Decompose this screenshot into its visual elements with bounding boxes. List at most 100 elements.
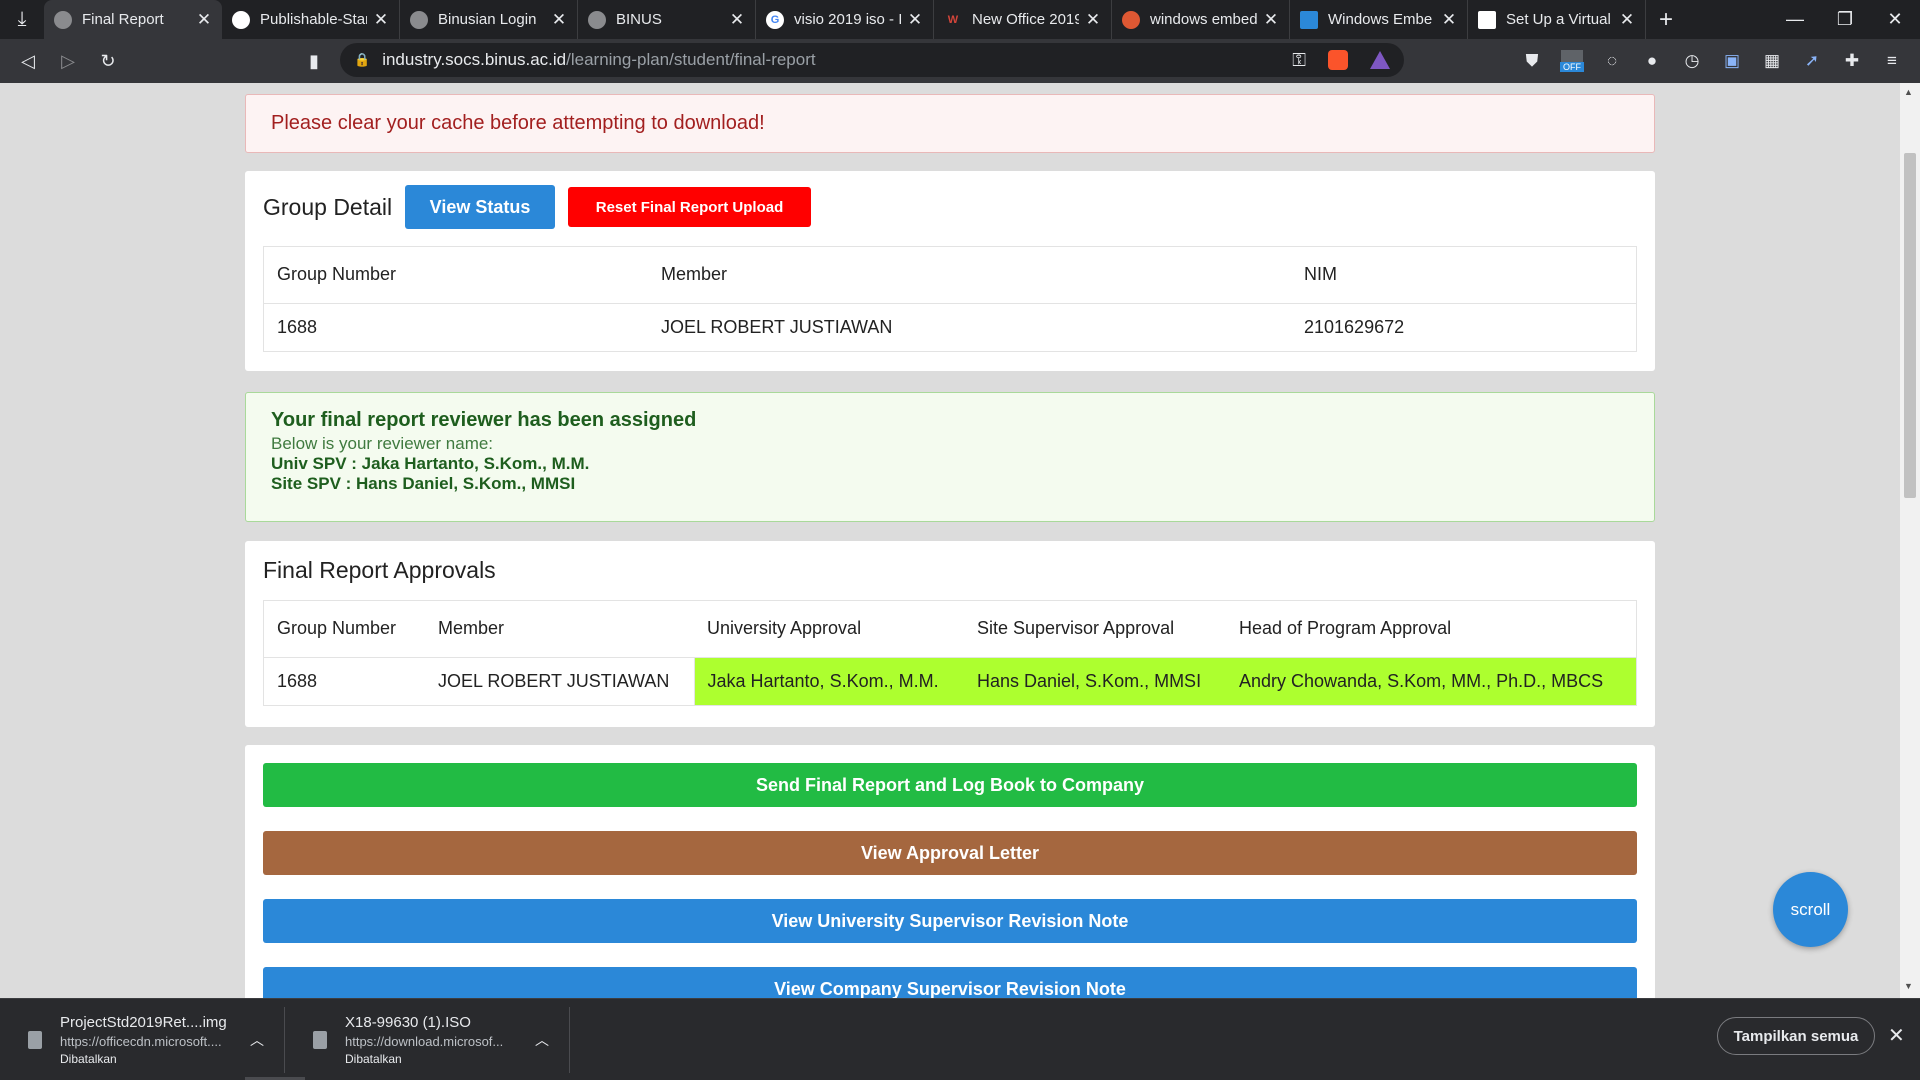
tab-title: Final Report — [82, 11, 164, 28]
w-icon: W — [947, 13, 959, 26]
close-tab-icon[interactable]: ✕ — [551, 10, 567, 30]
approvals-card: Final Report Approvals Group Number Memb… — [245, 541, 1655, 727]
bulb-icon[interactable]: ◌ — [1592, 51, 1632, 71]
download-status: Dibatalkan — [60, 1052, 117, 1066]
download-item[interactable]: X18-99630 (1).ISO https://download.micro… — [285, 1007, 570, 1073]
scroll-down-icon[interactable]: ▼ — [1904, 981, 1913, 991]
column-site-approval: Site Supervisor Approval — [964, 601, 1226, 658]
download-shelf: ProjectStd2019Ret....img https://officec… — [0, 998, 1920, 1080]
close-tab-icon[interactable]: ✕ — [729, 10, 745, 30]
table-header-row: Group Number Member NIM — [264, 247, 1636, 304]
puzzle-icon[interactable]: ✚ — [1832, 51, 1872, 71]
chevron-up-icon[interactable]: ︿ — [535, 1030, 549, 1050]
file-icon — [28, 1031, 42, 1049]
octocat-icon[interactable]: ● — [1632, 51, 1672, 71]
download-url: https://download.microsof... — [345, 1034, 504, 1049]
tab-binusian-login[interactable]: Binusian Login ✕ — [400, 0, 578, 39]
menu-icon[interactable]: ≡ — [1872, 51, 1912, 71]
cache-alert: Please clear your cache before attemptin… — [245, 94, 1655, 153]
translate-icon[interactable]: ▣ — [1712, 51, 1752, 71]
tab-strip: ⤓ Final Report ✕ Publishable-Star ✕ Binu… — [0, 0, 1920, 39]
restore-icon[interactable]: ❐ — [1820, 0, 1870, 39]
column-nim: NIM — [1291, 247, 1636, 304]
view-status-button[interactable]: View Status — [405, 185, 555, 229]
chevron-up-icon[interactable]: ︿ — [250, 1030, 264, 1050]
close-tab-icon[interactable]: ✕ — [196, 10, 212, 30]
scroll-button[interactable]: scroll — [1773, 872, 1848, 947]
tab-setup-virtual[interactable]: Set Up a Virtual ✕ — [1468, 0, 1646, 39]
close-tab-icon[interactable]: ✕ — [1619, 10, 1635, 30]
tab-title: Binusian Login — [438, 11, 537, 28]
close-window-icon[interactable]: ✕ — [1870, 0, 1920, 39]
brave-rewards-icon[interactable] — [1370, 51, 1390, 69]
new-tab-button[interactable]: + — [1646, 0, 1686, 39]
close-tab-icon[interactable]: ✕ — [1085, 10, 1101, 30]
tab-windows-embed-search[interactable]: windows embed ✕ — [1112, 0, 1290, 39]
browser-toolbar: ◁ ▷ ↻ ▮ 🔒 industry.socs.binus.ac.id/lear… — [0, 39, 1920, 83]
view-university-revision-note-button[interactable]: View University Supervisor Revision Note — [263, 899, 1637, 943]
tab-title: visio 2019 iso - I — [794, 11, 901, 28]
file-icon — [313, 1031, 327, 1049]
view-approval-letter-button[interactable]: View Approval Letter — [263, 831, 1637, 875]
tab-title: Publishable-Star — [260, 11, 367, 28]
binus-icon — [588, 10, 606, 29]
approvals-table: Group Number Member University Approval … — [263, 600, 1637, 706]
ublock-icon[interactable]: ⛊ — [1512, 51, 1552, 71]
reviewer-subheading: Below is your reviewer name: — [271, 434, 494, 453]
bookmark-icon[interactable]: ▮ — [294, 43, 334, 79]
key-icon[interactable]: ⚿ — [1292, 50, 1306, 71]
download-icon[interactable]: ⤓ — [0, 0, 44, 39]
tab-publishable[interactable]: Publishable-Star ✕ — [222, 0, 400, 39]
binus-icon — [54, 10, 72, 29]
tab-title: New Office 2019 — [972, 11, 1079, 28]
cursor-icon[interactable]: ➚ — [1792, 51, 1832, 71]
download-filename: ProjectStd2019Ret....img — [60, 1014, 227, 1031]
page-scrollbar[interactable]: ▲ ▼ — [1900, 83, 1920, 998]
send-final-report-button[interactable]: Send Final Report and Log Book to Compan… — [263, 763, 1637, 807]
clock-icon[interactable]: ◷ — [1672, 51, 1712, 71]
close-tab-icon[interactable]: ✕ — [373, 10, 389, 30]
scrollbar-thumb[interactable] — [1904, 153, 1916, 498]
tab-windows-embedded[interactable]: Windows Embe ✕ — [1290, 0, 1468, 39]
group-detail-table: Group Number Member NIM 1688 JOEL ROBERT… — [263, 246, 1637, 352]
scroll-up-icon[interactable]: ▲ — [1904, 87, 1913, 97]
column-head-approval: Head of Program Approval — [1226, 601, 1636, 658]
forward-icon[interactable]: ▷ — [48, 43, 88, 79]
site-spv: Site SPV : Hans Daniel, S.Kom., MMSI — [271, 474, 576, 493]
close-tab-icon[interactable]: ✕ — [1441, 10, 1457, 30]
page-content: Please clear your cache before attemptin… — [0, 83, 1900, 998]
reload-icon[interactable]: ↻ — [88, 43, 128, 79]
view-company-revision-note-button[interactable]: View Company Supervisor Revision Note — [263, 967, 1637, 998]
download-filename: X18-99630 (1).ISO — [345, 1014, 471, 1031]
brave-shield-icon[interactable] — [1328, 50, 1348, 70]
doc-icon — [1478, 10, 1496, 29]
tab-binus[interactable]: BINUS ✕ — [578, 0, 756, 39]
minimize-icon[interactable]: — — [1770, 0, 1820, 39]
column-group-number: Group Number — [264, 601, 425, 658]
calendar-icon[interactable]: ▦ — [1752, 51, 1792, 71]
extension-off-icon[interactable]: OFF — [1552, 50, 1592, 72]
close-icon[interactable]: ✕ — [1888, 1023, 1905, 1048]
close-tab-icon[interactable]: ✕ — [1263, 10, 1279, 30]
reset-final-report-upload-button[interactable]: Reset Final Report Upload — [568, 187, 811, 227]
binus-icon — [410, 10, 428, 29]
univ-spv: Univ SPV : Jaka Hartanto, S.Kom., M.M. — [271, 454, 590, 473]
column-group-number: Group Number — [264, 247, 648, 304]
cell-head-approval: Andry Chowanda, S.Kom, MM., Ph.D., MBCS — [1226, 657, 1636, 705]
tab-final-report[interactable]: Final Report ✕ — [44, 0, 222, 39]
table-row: 1688 JOEL ROBERT JUSTIAWAN 2101629672 — [264, 303, 1636, 351]
duckduckgo-icon — [1122, 10, 1140, 29]
cell-university-approval: Jaka Hartanto, S.Kom., M.M. — [694, 657, 964, 705]
column-member: Member — [425, 601, 694, 658]
cell-group-number: 1688 — [277, 316, 318, 337]
download-item[interactable]: ProjectStd2019Ret....img https://officec… — [0, 1007, 285, 1073]
address-bar[interactable]: 🔒 industry.socs.binus.ac.id/learning-pla… — [340, 43, 1404, 77]
tab-visio[interactable]: G visio 2019 iso - I ✕ — [756, 0, 934, 39]
close-tab-icon[interactable]: ✕ — [907, 10, 923, 30]
column-university-approval: University Approval — [694, 601, 964, 658]
show-all-downloads-button[interactable]: Tampilkan semua — [1717, 1017, 1875, 1055]
window-controls: — ❐ ✕ — [1770, 0, 1920, 39]
tab-new-office[interactable]: W New Office 2019 ✕ — [934, 0, 1112, 39]
download-status: Dibatalkan — [345, 1052, 402, 1066]
back-icon[interactable]: ◁ — [8, 43, 48, 79]
